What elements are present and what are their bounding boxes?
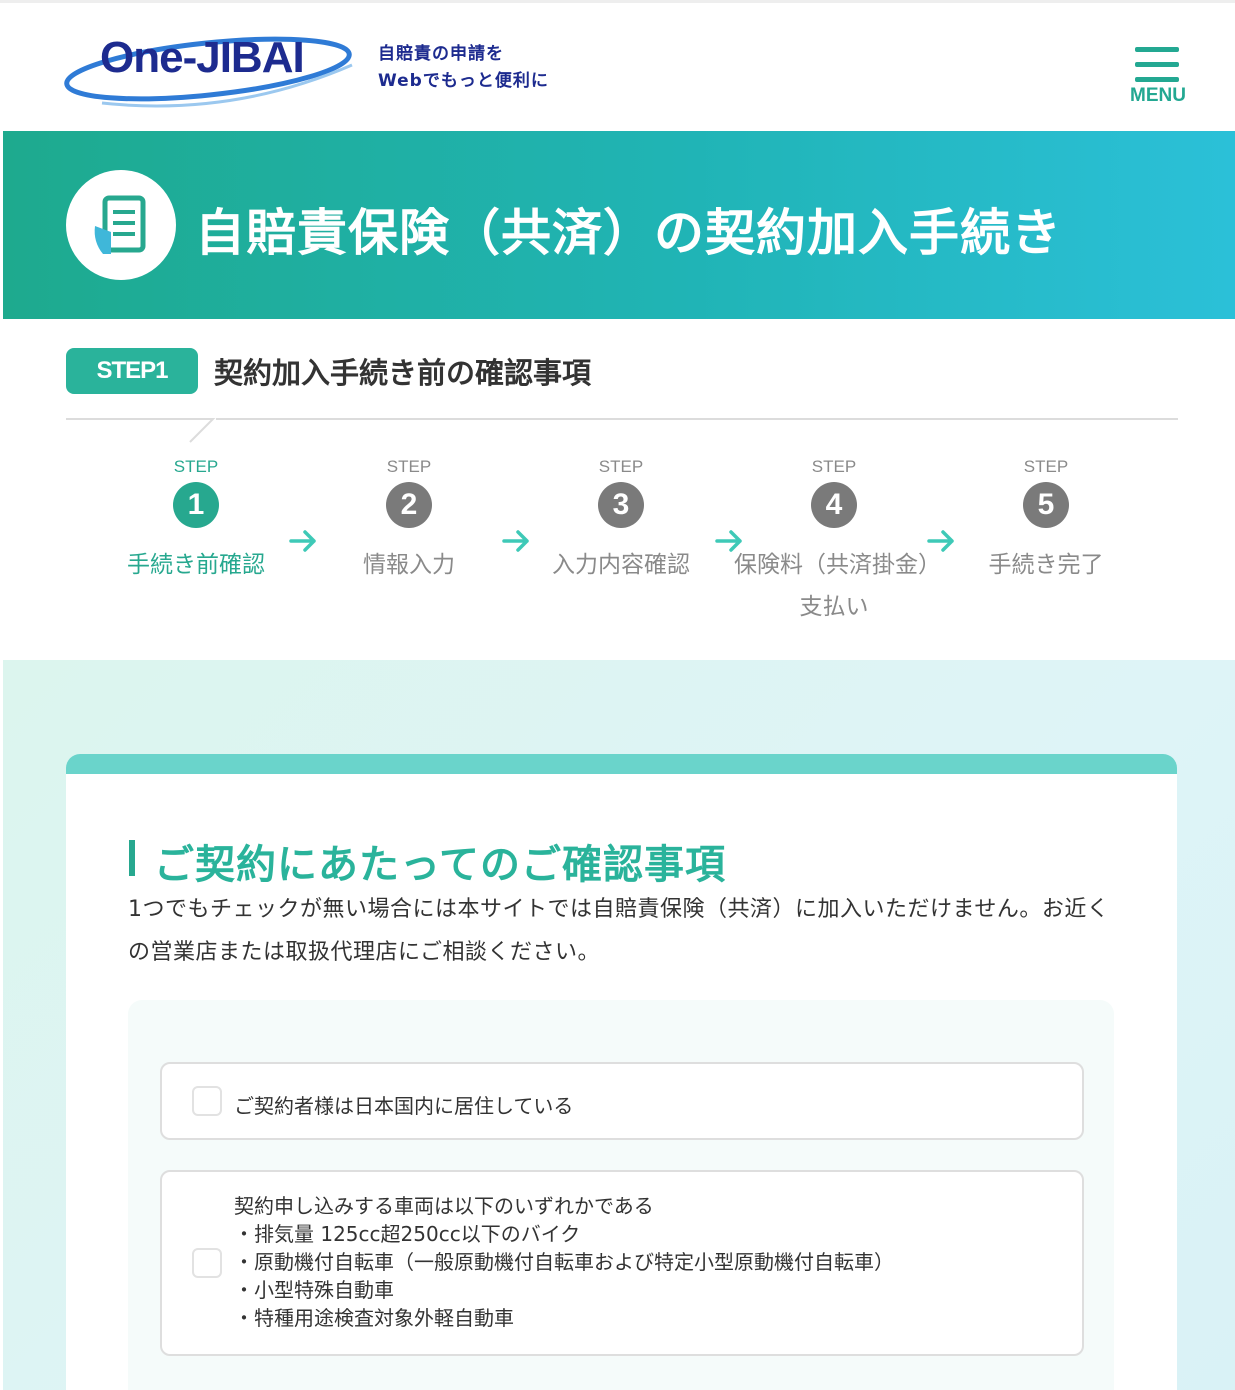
- arrow-right-icon: [715, 530, 742, 552]
- section-title-bar: [129, 840, 135, 876]
- checkbox[interactable]: [192, 1248, 222, 1278]
- logo-text: One-JIBAI: [100, 33, 305, 82]
- divider-segment-left: [66, 418, 188, 420]
- vehicle-bullet: ・排気量 125cc超250cc以下のバイク: [234, 1222, 581, 1246]
- checklist-item-text: 契約申し込みする車両は以下のいずれかである ・排気量 125cc超250cc以下…: [234, 1192, 894, 1332]
- checklist-item-vehicle-type[interactable]: 契約申し込みする車両は以下のいずれかである ・排気量 125cc超250cc以下…: [160, 1170, 1084, 1356]
- step-name: 入力内容確認: [552, 552, 690, 578]
- step-label: STEP: [811, 457, 857, 476]
- step-label: STEP: [598, 457, 644, 476]
- step-label: STEP: [1023, 457, 1069, 476]
- step-number: 2: [386, 482, 432, 528]
- vehicle-bullet: ・特種用途検査対象外軽自動車: [234, 1306, 514, 1330]
- step-number: 4: [811, 482, 857, 528]
- step-number: 5: [1023, 482, 1069, 528]
- checklist-item-heading: 契約申し込みする車両は以下のいずれかである: [234, 1194, 654, 1218]
- checkbox[interactable]: [192, 1086, 222, 1116]
- hamburger-icon: [1135, 47, 1179, 52]
- checklist: ご契約者様は日本国内に居住している 契約申し込みする車両は以下のいずれかである …: [128, 1000, 1114, 1390]
- site-header: One-JIBAI 自賠責の申請を Webでもっと便利に MENU: [0, 0, 1235, 131]
- confirmation-card: ご契約にあたってのご確認事項 1つでもチェックが無い場合には本サイトでは自賠責保…: [66, 754, 1177, 1390]
- progress-step-5: STEP 5 手続き完了: [946, 457, 1146, 586]
- step-name: 保険料（共済掛金）: [734, 552, 941, 578]
- menu-button[interactable]: MENU: [1125, 45, 1191, 111]
- vehicle-bullet: ・原動機付自転車（一般原動機付自転車および特定小型原動機付自転車）: [234, 1250, 894, 1274]
- step-label: STEP: [173, 457, 219, 476]
- step-number: 3: [598, 482, 644, 528]
- one-jibai-logo[interactable]: One-JIBAI: [62, 25, 362, 115]
- vehicle-bullet: ・小型特殊自動車: [234, 1278, 394, 1302]
- tagline-line2: Webでもっと便利に: [378, 71, 549, 91]
- menu-label: MENU: [1130, 85, 1186, 106]
- step-name: 手続き前確認: [127, 552, 265, 578]
- divider-segment-right: [216, 418, 1178, 420]
- hamburger-icon-bar: [1135, 77, 1179, 82]
- checklist-item-text: ご契約者様は日本国内に居住している: [234, 1094, 574, 1118]
- tagline-line1: 自賠責の申請を: [378, 44, 504, 64]
- progress-step-2: STEP 2 情報入力: [309, 457, 509, 586]
- document-icon: [66, 170, 176, 280]
- step-name: 手続き完了: [988, 552, 1104, 578]
- progress-step-1: STEP 1 手続き前確認: [96, 457, 296, 586]
- tagline: 自賠責の申請を Webでもっと便利に: [378, 41, 549, 95]
- section-description: 1つでもチェックが無い場合には本サイトでは自賠責保険（共済）に加入いただけません…: [128, 897, 1110, 965]
- step-label: STEP: [386, 457, 432, 476]
- card-top-accent: [66, 754, 1177, 774]
- arrow-right-icon: [502, 530, 529, 552]
- page-title: 自賠責保険（共済）の契約加入手続き: [195, 204, 1062, 262]
- arrow-right-icon: [927, 530, 954, 552]
- step-number: 1: [173, 482, 219, 528]
- checklist-item-residence[interactable]: ご契約者様は日本国内に居住している: [160, 1062, 1084, 1140]
- step-heading: 契約加入手続き前の確認事項: [214, 356, 592, 390]
- step-name-line2: 支払い: [799, 594, 869, 620]
- arrow-right-icon: [289, 530, 316, 552]
- step-name: 情報入力: [363, 552, 455, 578]
- step-badge: STEP1: [66, 348, 198, 394]
- progress-step-4: STEP 4 保険料（共済掛金） 支払い: [734, 457, 941, 628]
- divider-notch: [186, 418, 216, 443]
- hamburger-icon-bar: [1135, 62, 1179, 67]
- progress-step-3: STEP 3 入力内容確認: [521, 457, 721, 586]
- page-banner: 自賠責保険（共済）の契約加入手続き: [3, 131, 1235, 319]
- section-title: ご契約にあたってのご確認事項: [154, 842, 726, 888]
- divider: [66, 418, 1178, 420]
